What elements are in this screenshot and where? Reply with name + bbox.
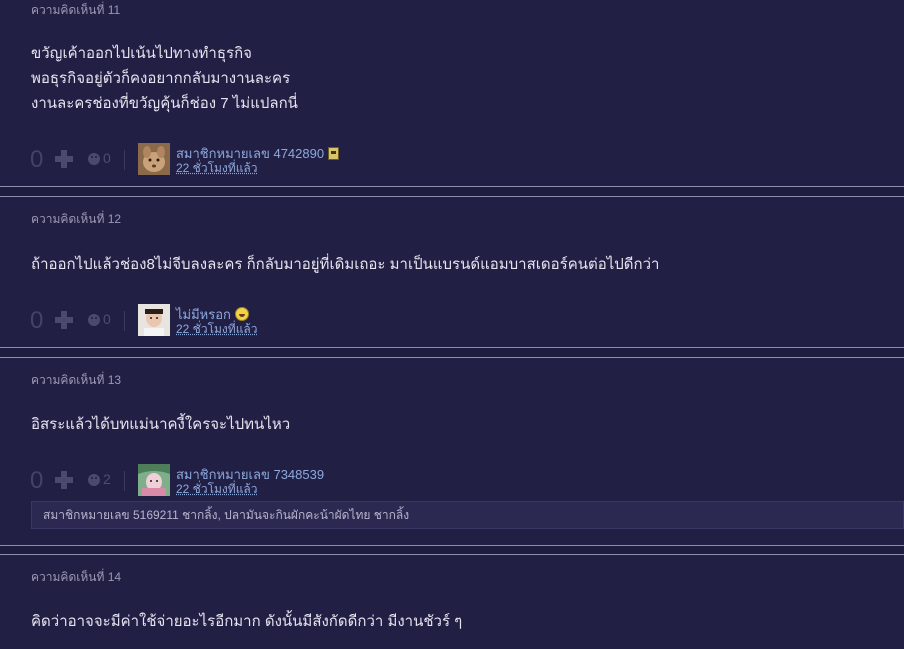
emotion-count: 0 bbox=[103, 150, 111, 166]
comment-footer: 0 0 ไม่มีหรอก 22 ชั่วโมงที่แล้ว bbox=[0, 304, 904, 338]
comment-body: คิดว่าอาจจะมีค่าใช้จ่ายอะไรอีกมาก ดังนั้… bbox=[31, 609, 462, 634]
comment-number: ความคิดเห็นที่ 12 bbox=[31, 212, 122, 226]
footer-divider bbox=[124, 311, 125, 331]
plus-vote-icon[interactable] bbox=[55, 471, 73, 489]
smile-emoji-icon bbox=[234, 307, 249, 321]
comment-number: ความคิดเห็นที่ 13 bbox=[31, 373, 122, 387]
comment-footer: 0 0 สมาชิกหมายเลข 4742890 22 ชั่วโมงที่แ… bbox=[0, 143, 904, 177]
comment-body: อิสระแล้วได้บทแม่นาคงี้ใครจะไปทนไหว bbox=[31, 412, 290, 437]
comment-number: ความคิดเห็นที่ 11 bbox=[31, 3, 121, 17]
footer-divider bbox=[124, 471, 125, 491]
comment-body: ถ้าออกไปแล้วช่อง8ไม่จีบลงละคร ก็กลับมาอย… bbox=[31, 252, 659, 277]
timestamp-link[interactable]: 22 ชั่วโมงที่แล้ว bbox=[176, 320, 258, 339]
emotion-icon[interactable] bbox=[88, 153, 100, 165]
avatar[interactable] bbox=[138, 143, 170, 175]
comment-separator bbox=[0, 347, 904, 348]
reactions-box[interactable]: สมาชิกหมายเลข 5169211 ชากลิ้ง, ปลามันจะก… bbox=[31, 501, 904, 529]
member-badge-icon bbox=[328, 147, 340, 160]
timestamp-link[interactable]: 22 ชั่วโมงที่แล้ว bbox=[176, 480, 258, 499]
vote-count: 0 bbox=[30, 146, 44, 173]
timestamp-link[interactable]: 22 ชั่วโมงที่แล้ว bbox=[176, 159, 258, 178]
comment-card: ความคิดเห็นที่ 11 ขวัญเค้าออกไปเน้นไปทาง… bbox=[0, 0, 904, 186]
comment-line: ถ้าออกไปแล้วช่อง8ไม่จีบลงละคร ก็กลับมาอย… bbox=[31, 256, 660, 273]
comment-line: งานละครช่องที่ขวัญคุ้นก็ช่อง 7 ไม่แปลกนี… bbox=[31, 95, 298, 112]
comment-card: ความคิดเห็นที่ 13 อิสระแล้วได้บทแม่นาคงี… bbox=[0, 358, 904, 545]
emotion-count: 2 bbox=[103, 471, 111, 487]
comment-card: ความคิดเห็นที่ 12 ถ้าออกไปแล้วช่อง8ไม่จี… bbox=[0, 197, 904, 347]
comment-card: ความคิดเห็นที่ 14 คิดว่าอาจจะมีค่าใช้จ่า… bbox=[0, 555, 904, 649]
vote-count: 0 bbox=[30, 467, 44, 494]
comment-separator bbox=[0, 186, 904, 187]
plus-vote-icon[interactable] bbox=[55, 311, 73, 329]
comment-number: ความคิดเห็นที่ 14 bbox=[31, 570, 122, 584]
comment-footer: 0 2 สมาชิกหมายเลข 7348539 22 ชั่วโมงที่แ… bbox=[0, 464, 904, 498]
plus-vote-icon[interactable] bbox=[55, 150, 73, 168]
footer-divider bbox=[124, 150, 125, 170]
avatar[interactable] bbox=[138, 464, 170, 496]
comment-line: พอธุรกิจอยู่ตัวก็คงอยากกลับมางานละคร bbox=[31, 70, 291, 87]
comment-line: คิดว่าอาจจะมีค่าใช้จ่ายอะไรอีกมาก ดังนั้… bbox=[31, 613, 463, 630]
comment-line: อิสระแล้วได้บทแม่นาคงี้ใครจะไปทนไหว bbox=[31, 416, 291, 433]
emotion-icon[interactable] bbox=[88, 474, 100, 486]
emotion-icon[interactable] bbox=[88, 314, 100, 326]
emotion-count: 0 bbox=[103, 311, 111, 327]
avatar[interactable] bbox=[138, 304, 170, 336]
comment-separator bbox=[0, 545, 904, 546]
comment-line: ขวัญเค้าออกไปเน้นไปทางทำธุรกิจ bbox=[31, 45, 252, 62]
vote-count: 0 bbox=[30, 307, 44, 334]
comment-body: ขวัญเค้าออกไปเน้นไปทางทำธุรกิจ พอธุรกิจอ… bbox=[31, 41, 298, 116]
